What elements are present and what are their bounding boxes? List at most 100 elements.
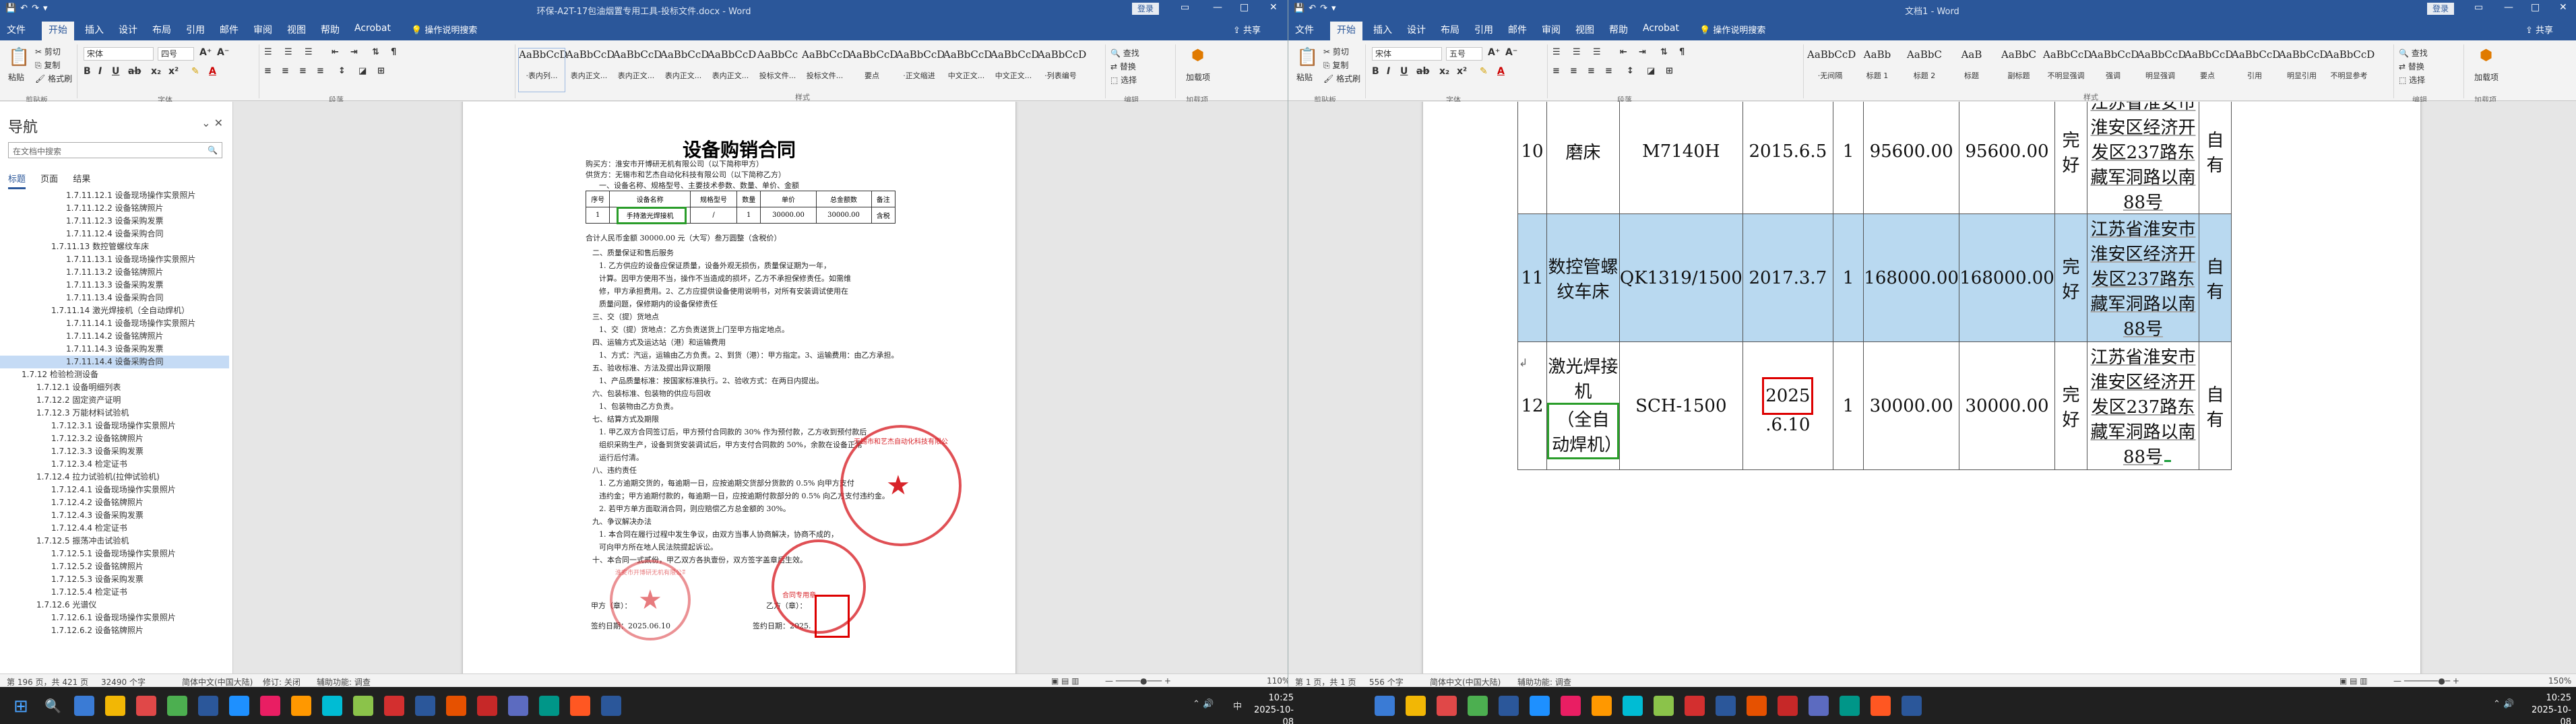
taskbar-app-icon[interactable]	[1809, 696, 1829, 716]
minimize-icon[interactable]: —	[2504, 2, 2513, 13]
taskbar-app-icon[interactable]	[415, 696, 435, 716]
tab-file[interactable]: 文件	[7, 23, 26, 36]
nav-heading-item[interactable]: 1.7.12.3.2 设备铭牌照片	[0, 432, 229, 445]
line-spacing-icon[interactable]: ↕	[338, 66, 346, 76]
tab-home[interactable]: 开始	[42, 22, 74, 40]
paste-button[interactable]: 粘贴	[8, 71, 24, 83]
page-count[interactable]: 第 1 页，共 1 页	[1295, 676, 1356, 687]
nav-heading-item[interactable]: 1.7.11.12.1 设备现场操作实景照片	[0, 189, 229, 202]
maximize-icon[interactable]: □	[2531, 2, 2540, 13]
nav-heading-item[interactable]: 1.7.12.3 万能材料试验机	[0, 407, 229, 420]
minimize-icon[interactable]: —	[1213, 2, 1222, 13]
tab-design[interactable]: 设计	[119, 23, 137, 36]
bullets-icon[interactable]: ☰	[264, 47, 272, 57]
italic-icon[interactable]: I	[98, 66, 102, 77]
accessibility[interactable]: 辅助功能: 调查	[1517, 676, 1571, 687]
word-count[interactable]: 556 个字	[1369, 676, 1404, 687]
bullets-icon[interactable]: ☰	[1552, 47, 1561, 57]
tab-layout[interactable]: 布局	[1441, 23, 1459, 36]
taskbar-app-icon[interactable]	[105, 696, 125, 716]
nav-tab-pages[interactable]: 页面	[40, 174, 58, 185]
nav-heading-item[interactable]: 1.7.11.13.3 设备采购发票	[0, 279, 229, 292]
line-spacing-icon[interactable]: ↕	[1627, 66, 1634, 76]
sort-icon[interactable]: ⇅	[372, 47, 379, 57]
style-item[interactable]: AaBbCcD 表内正文...	[566, 48, 615, 92]
nav-heading-item[interactable]: 1.7.12.5 振荡冲击试验机	[0, 535, 229, 548]
increase-indent-icon[interactable]: ⇥	[1639, 47, 1646, 57]
style-item[interactable]: AaBbCcD 明显强调	[2137, 48, 2186, 92]
taskbar-app-icon[interactable]	[570, 696, 590, 716]
accessibility[interactable]: 辅助功能: 调查	[317, 676, 371, 687]
addin-icon[interactable]: ⬢	[2480, 47, 2492, 64]
nav-close-icon[interactable]: ⌄ ✕	[201, 117, 223, 129]
taskbar-app-icon[interactable]	[1902, 696, 1922, 716]
taskbar-app-icon[interactable]	[1840, 696, 1860, 716]
subscript-icon[interactable]: x₂	[1439, 66, 1449, 77]
nav-heading-item[interactable]: 1.7.11.12.4 设备采购合同	[0, 228, 229, 240]
share-button[interactable]: ⇪ 共享	[1233, 23, 1261, 36]
style-item[interactable]: AaBbCcD 要点	[849, 48, 898, 92]
numbering-icon[interactable]: ☰	[1573, 47, 1581, 57]
tab-review[interactable]: 审阅	[253, 23, 272, 36]
zoom-level[interactable]: 110%	[1267, 676, 1288, 686]
view-icons[interactable]: ▣ ▤ ▥	[1051, 676, 1079, 686]
paste-button[interactable]: 粘贴	[1296, 71, 1313, 83]
zoom-slider[interactable]: — ─────●─── +	[1105, 676, 1171, 686]
strikethrough-icon[interactable]: ab	[1416, 66, 1429, 77]
tab-view[interactable]: 视图	[287, 23, 306, 36]
taskbar-app-icon[interactable]	[1375, 696, 1395, 716]
subscript-icon[interactable]: x₂	[151, 66, 161, 77]
windows-start-icon[interactable]: ⊞	[13, 696, 28, 717]
taskbar-app-icon[interactable]	[291, 696, 311, 716]
zoom-level[interactable]: 150%	[2548, 676, 2571, 686]
font-size-select[interactable]: 五号	[1446, 47, 1482, 61]
taskbar-app-icon[interactable]	[1468, 696, 1488, 716]
taskbar-app-icon[interactable]	[1685, 696, 1705, 716]
font-color-icon[interactable]: A	[209, 66, 216, 77]
superscript-icon[interactable]: x²	[1457, 66, 1467, 77]
grow-font-icon[interactable]: A⁺	[1488, 47, 1500, 58]
taskbar-app-icon[interactable]	[167, 696, 187, 716]
tab-acrobat[interactable]: Acrobat	[354, 23, 391, 34]
ribbon-display-icon[interactable]: ▭	[2474, 2, 2483, 13]
login-button[interactable]: 登录	[1132, 3, 1160, 15]
style-item[interactable]: AaBbCcD 表内正文...	[708, 48, 756, 92]
align-center-icon[interactable]: ≡	[1570, 66, 1577, 76]
underline-icon[interactable]: U	[1400, 66, 1408, 77]
addin-icon[interactable]: ⬢	[1191, 47, 1204, 64]
borders-icon[interactable]: ⊞	[1666, 66, 1673, 76]
tab-file[interactable]: 文件	[1295, 23, 1314, 36]
italic-icon[interactable]: I	[1387, 66, 1390, 77]
shrink-font-icon[interactable]: A⁻	[1505, 47, 1517, 58]
taskbar-app-icon[interactable]	[1654, 696, 1674, 716]
clock-right[interactable]: 10:25 2025-10-08	[2524, 692, 2571, 724]
tell-me-search[interactable]: 💡 操作说明搜索	[411, 23, 477, 36]
style-item[interactable]: AaBbCcD 强调	[2090, 48, 2139, 92]
tab-home[interactable]: 开始	[1330, 22, 1362, 40]
format-painter-button[interactable]: 🖌 格式刷	[1323, 73, 1360, 84]
align-right-icon[interactable]: ≡	[1588, 66, 1595, 76]
tab-acrobat[interactable]: Acrobat	[1643, 23, 1679, 34]
nav-heading-item[interactable]: 1.7.12.6 光谱仪	[0, 599, 229, 612]
tab-insert[interactable]: 插入	[85, 23, 104, 36]
highlight-icon[interactable]: ✎	[191, 66, 199, 77]
highlight-icon[interactable]: ✎	[1480, 66, 1488, 77]
taskbar-app-icon[interactable]	[539, 696, 559, 716]
underline-icon[interactable]: U	[112, 66, 119, 77]
close-icon[interactable]: ✕	[1269, 2, 1278, 13]
paste-icon[interactable]: 📋	[1296, 47, 1318, 67]
style-item[interactable]: AaBbC 副标题	[1996, 48, 2042, 92]
bold-icon[interactable]: B	[1372, 66, 1379, 77]
ribbon-display-icon[interactable]: ▭	[1181, 2, 1189, 13]
style-item[interactable]: AaBbCcD ·表内列...	[518, 48, 567, 92]
justify-icon[interactable]: ≡	[1605, 66, 1612, 76]
taskbar-app-icon[interactable]	[198, 696, 218, 716]
style-item[interactable]: AaBbCcD 表内正文...	[613, 48, 662, 92]
nav-heading-item[interactable]: 1.7.12.4.3 设备采购发票	[0, 509, 229, 522]
font-color-icon[interactable]: A	[1497, 66, 1505, 77]
zoom-slider[interactable]: — ───────●─ +	[2393, 676, 2459, 686]
nav-heading-item[interactable]: 1.7.12.5.3 设备采购发票	[0, 573, 229, 586]
nav-heading-item[interactable]: 1.7.12.4.2 设备铭牌照片	[0, 496, 229, 509]
style-item[interactable]: AaBbCcD 要点	[2185, 48, 2233, 92]
taskbar-app-icon[interactable]	[74, 696, 94, 716]
